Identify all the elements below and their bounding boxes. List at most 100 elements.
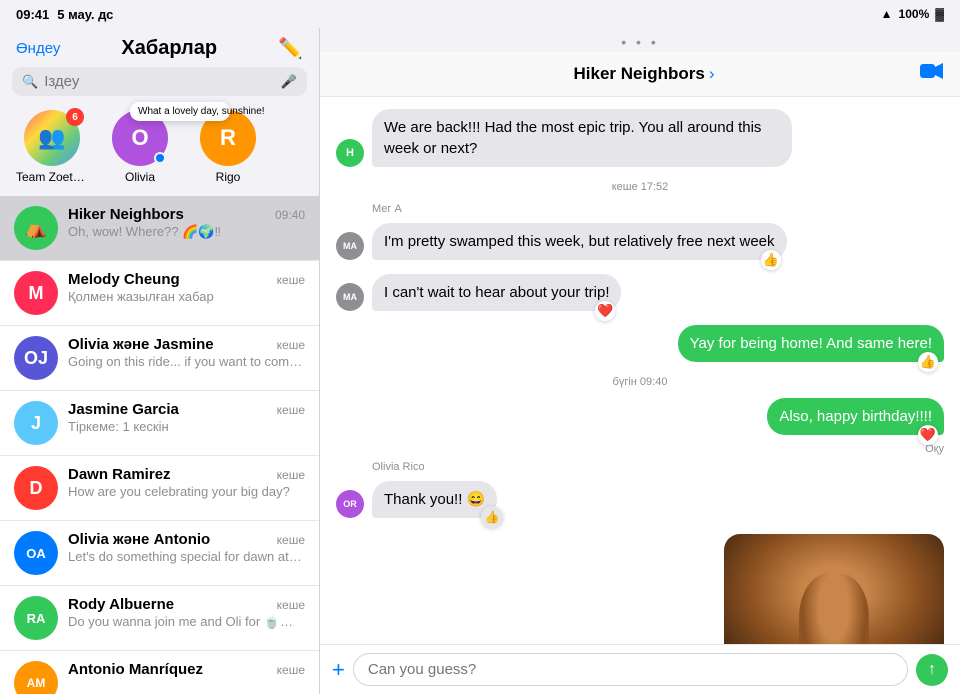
main-layout: Өндеу Хабарлар ✏️ 🔍 🎤 👥 6 Team Zoetrope [0, 28, 960, 694]
conv-content-oj: Olivia және Jasmine кеше Going on this r… [68, 336, 305, 369]
conv-item-rody[interactable]: RA Rody Albuerne кеше Do you wanna join … [0, 586, 319, 651]
msg-row-6: OR Thank you!! 😄 👍 [336, 481, 944, 518]
chat-title: Hiker Neighbors [574, 64, 705, 84]
conv-item-antonio[interactable]: AM Antonio Manríquez кеше [0, 651, 319, 694]
conv-preview-jasmine: Тіркеме: 1 кескін [68, 419, 305, 434]
conv-time-oj: кеше [277, 338, 305, 352]
conv-name-oa: Olivia және Antonio [68, 531, 210, 548]
msg-bubble-2: I'm pretty swamped this week, but relati… [372, 223, 787, 260]
msg-bubble-1: We are back!!! Had the most epic trip. Y… [372, 109, 792, 167]
date: 5 мау. дс [57, 7, 113, 22]
conv-time-jasmine: кеше [277, 403, 305, 417]
msg-avatar-mega2: MA [336, 283, 364, 311]
conv-item-dawn[interactable]: D Dawn Ramirez кеше How are you celebrat… [0, 456, 319, 521]
time: 09:41 [16, 7, 49, 22]
conv-item-melody[interactable]: M Melody Cheung кеше Қолмен жазылған хаб… [0, 261, 319, 326]
conv-name-rody: Rody Albuerne [68, 596, 174, 613]
chat-input-area: + ↑ [320, 644, 960, 694]
online-dot-olivia [154, 152, 166, 164]
conv-content-melody: Melody Cheung кеше Қолмен жазылған хабар [68, 271, 305, 304]
conv-preview-oj: Going on this ride... if you want to com… [68, 354, 305, 369]
status-bar-left: 09:41 5 мау. дс [16, 7, 113, 22]
msg-bubble-wrap-3: I can't wait to hear about your trip! ❤️ [372, 274, 621, 311]
msg-row-7-video [336, 534, 944, 644]
pinned-avatar-wrap-olivia: What a lovely day, sunshine! O [112, 110, 168, 166]
search-icon: 🔍 [22, 74, 38, 90]
conv-time-rody: кеше [277, 598, 305, 612]
add-attachment-button[interactable]: + [332, 657, 345, 683]
send-button[interactable]: ↑ [916, 654, 948, 686]
conv-name-jasmine: Jasmine Garcia [68, 401, 179, 418]
msg-row-4: Yay for being home! And same here! 👍 [336, 325, 944, 362]
pinned-item-team-zoetrope[interactable]: 👥 6 Team Zoetrope [16, 110, 88, 184]
msg-row-2: MA I'm pretty swamped this week, but rel… [336, 223, 944, 260]
conv-content-rody: Rody Albuerne кеше Do you wanna join me … [68, 596, 305, 630]
message-input[interactable] [353, 653, 908, 686]
edit-button[interactable]: Өндеу [16, 40, 60, 57]
conv-content-jasmine: Jasmine Garcia кеше Тіркеме: 1 кескін [68, 401, 305, 434]
pinned-row: 👥 6 Team Zoetrope What a lovely day, sun… [0, 104, 319, 196]
msg-bubble-6: Thank you!! 😄 [372, 481, 497, 518]
msg-bubble-wrap-4: Yay for being home! And same here! 👍 [678, 325, 944, 362]
msg-row-3: MA I can't wait to hear about your trip!… [336, 274, 944, 311]
conv-content-dawn: Dawn Ramirez кеше How are you celebratin… [68, 466, 305, 499]
search-bar: 🔍 🎤 [12, 67, 307, 96]
chat-header-center[interactable]: Hiker Neighbors › [574, 64, 715, 84]
status-bar-right: ▲ 100% ▓ [881, 7, 944, 21]
conv-time-oa: кеше [277, 533, 305, 547]
conv-avatar-hiker: ⛺ [14, 206, 58, 250]
conv-item-jasmine[interactable]: J Jasmine Garcia кеше Тіркеме: 1 кескін [0, 391, 319, 456]
conv-item-hiker-neighbors[interactable]: ⛺ Hiker Neighbors 09:40 Oh, wow! Where??… [0, 196, 319, 261]
video-thumbnail[interactable] [724, 534, 944, 644]
msg-sender-mega: Мег А [372, 203, 944, 215]
pinned-item-olivia[interactable]: What a lovely day, sunshine! O Olivia [104, 110, 176, 184]
conv-name-oj: Olivia және Jasmine [68, 336, 214, 353]
conv-avatar-oa: OA [14, 531, 58, 575]
battery: 100% [899, 7, 930, 21]
conv-name-dawn: Dawn Ramirez [68, 466, 171, 483]
search-input[interactable] [44, 73, 275, 90]
reaction-heart-3: ❤️ [595, 301, 615, 321]
conv-avatar-rody: RA [14, 596, 58, 640]
mic-icon[interactable]: 🎤 [281, 74, 297, 90]
msg-status-5: Оқу [336, 443, 944, 455]
conv-preview-melody: Қолмен жазылған хабар [68, 289, 305, 304]
msg-bubble-wrap-5: Also, happy birthday!!!! ❤️ [767, 398, 944, 435]
conv-item-olivia-antonio[interactable]: OA Olivia және Antonio кеше Let's do som… [0, 521, 319, 586]
conv-name-hiker: Hiker Neighbors [68, 206, 184, 223]
conv-content-hiker: Hiker Neighbors 09:40 Oh, wow! Where?? 🌈… [68, 206, 305, 240]
conv-time-hiker: 09:40 [275, 208, 305, 222]
pinned-item-rigo[interactable]: R Rigo [192, 110, 264, 184]
chat-messages: H We are back!!! Had the most epic trip.… [320, 97, 960, 644]
conv-time-melody: кеше [277, 273, 305, 287]
msg-avatar-hiker: H [336, 139, 364, 167]
reaction-thumbsup-4: 👍 [918, 352, 938, 372]
messages-title: Хабарлар [60, 37, 278, 60]
reaction-like-6: 👍 [481, 506, 503, 528]
msg-bubble-wrap-2: I'm pretty swamped this week, but relati… [372, 223, 787, 260]
conv-preview-rody: Do you wanna join me and Oli for 🍵🐾🐧 bre… [68, 614, 305, 630]
pinned-avatar-wrap: 👥 6 [24, 110, 80, 166]
pinned-name-olivia: Olivia [125, 170, 155, 184]
conv-name-antonio: Antonio Manríquez [68, 661, 203, 678]
pinned-name-team: Team Zoetrope [16, 170, 88, 184]
timestamp-2: бүгін 09:40 [336, 376, 944, 388]
reaction-heart-5: ❤️ [918, 425, 938, 445]
conv-avatar-dawn: D [14, 466, 58, 510]
conv-preview-dawn: How are you celebrating your big day? [68, 484, 305, 499]
conv-preview-oa: Let's do something special for dawn at t… [68, 549, 305, 564]
conv-avatar-oj: OJ [14, 336, 58, 380]
conv-item-olivia-jasmine[interactable]: OJ Olivia және Jasmine кеше Going on thi… [0, 326, 319, 391]
video-call-button[interactable] [920, 62, 944, 86]
chevron-right-icon: › [709, 64, 715, 84]
reaction-thumbsup-2: 👍 [761, 250, 781, 270]
top-dots: • • • [320, 28, 960, 52]
msg-avatar-olivia-rico: OR [336, 490, 364, 518]
right-panel: • • • Hiker Neighbors › H We are back!!! [320, 28, 960, 694]
pinned-bubble-olivia: What a lovely day, sunshine! [130, 102, 230, 121]
conv-avatar-jasmine: J [14, 401, 58, 445]
msg-bubble-wrap-6: Thank you!! 😄 👍 [372, 481, 497, 518]
video-person [724, 534, 944, 644]
chat-header: Hiker Neighbors › [320, 52, 960, 97]
compose-button[interactable]: ✏️ [278, 36, 303, 61]
